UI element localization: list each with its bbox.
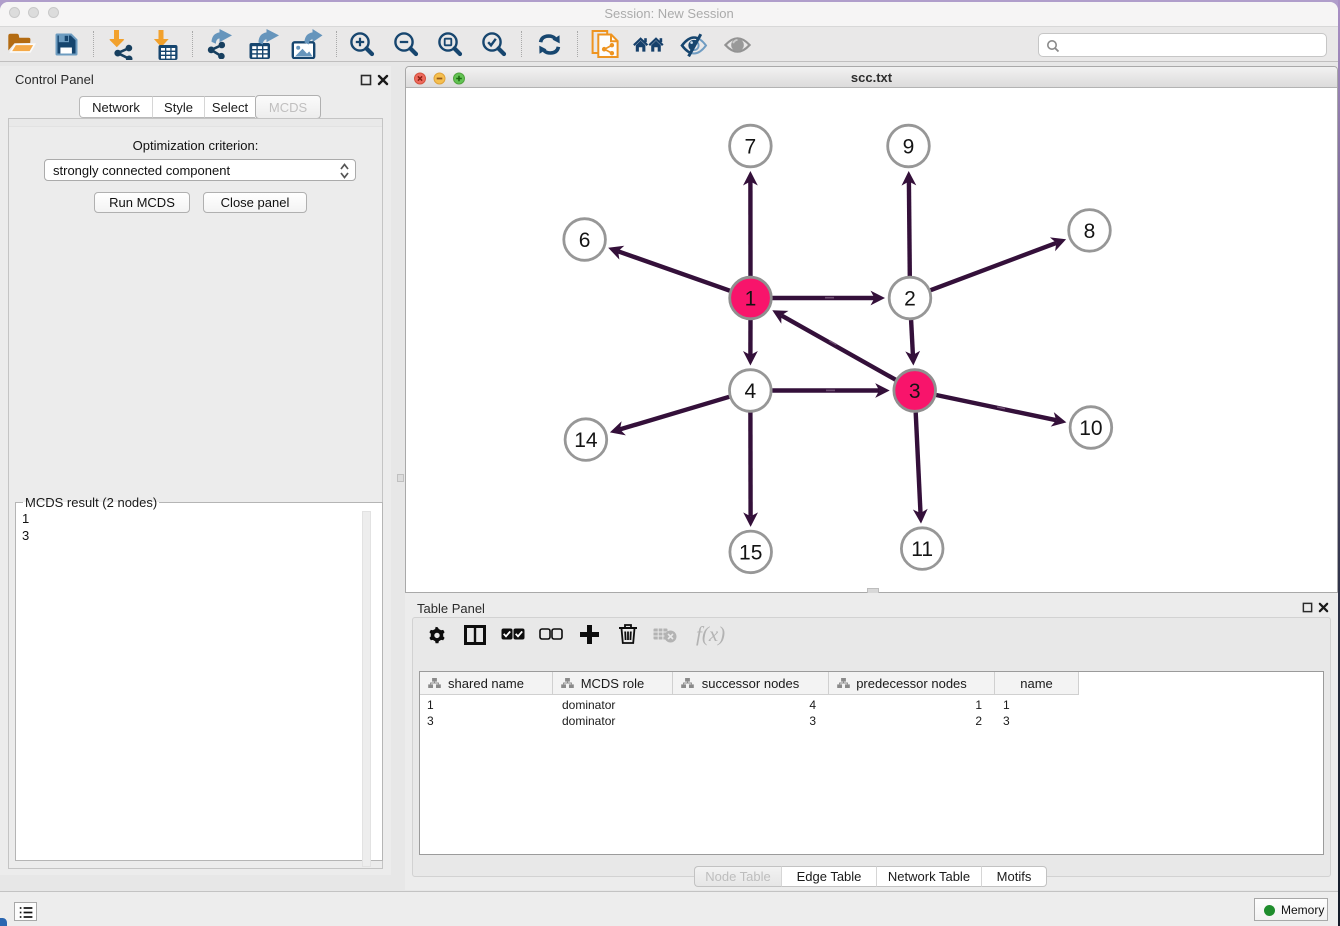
svg-text:6: 6: [579, 229, 591, 252]
svg-text:3: 3: [909, 380, 921, 403]
svg-text:15: 15: [739, 541, 762, 564]
svg-text:10: 10: [1079, 417, 1102, 440]
svg-text:14: 14: [574, 429, 598, 452]
svg-text:1: 1: [745, 288, 757, 311]
svg-text:7: 7: [745, 136, 757, 159]
svg-text:2: 2: [904, 288, 916, 311]
svg-text:11: 11: [911, 538, 933, 561]
svg-text:9: 9: [903, 136, 915, 159]
svg-text:4: 4: [744, 380, 756, 403]
svg-text:8: 8: [1084, 220, 1096, 243]
